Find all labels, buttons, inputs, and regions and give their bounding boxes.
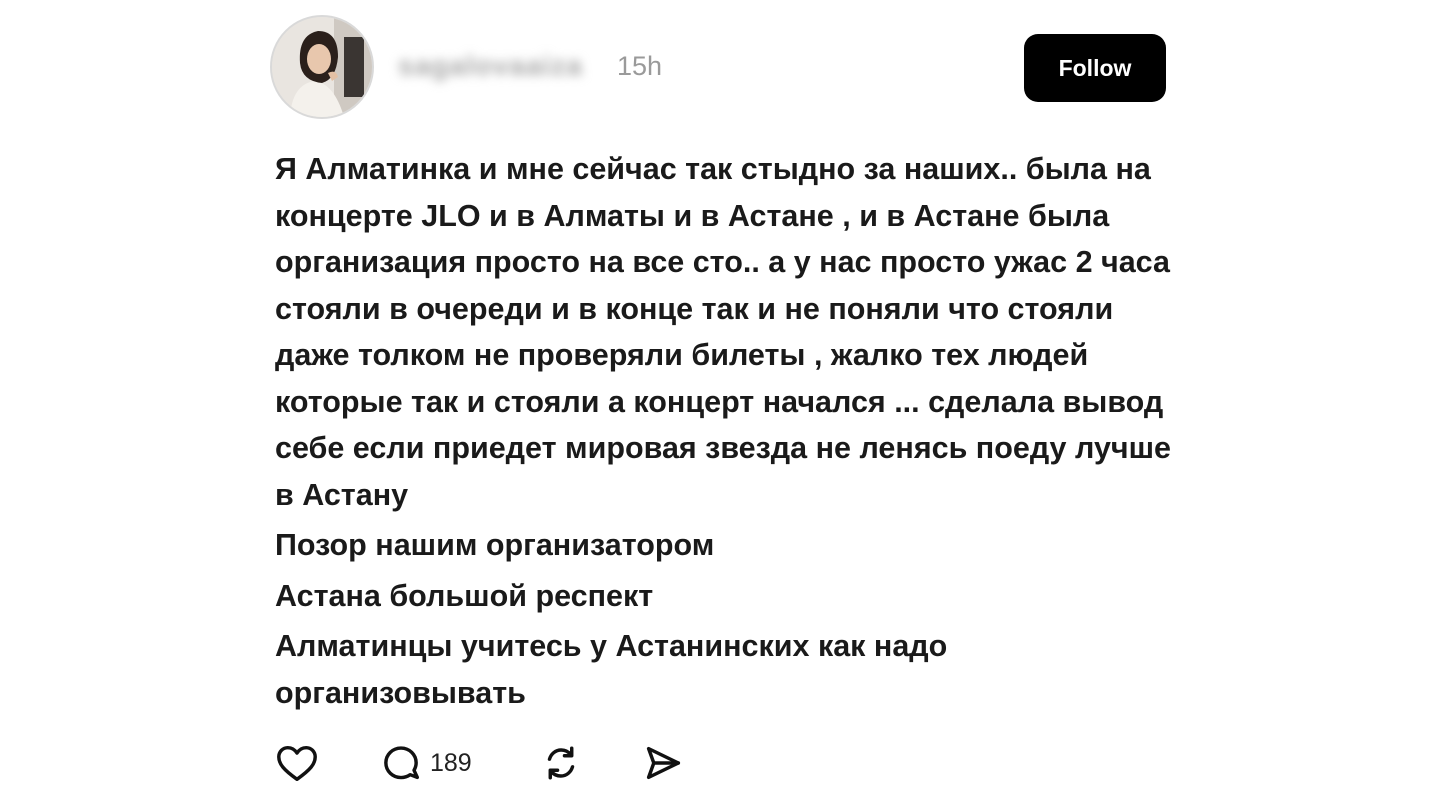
thread-post: sagalovaaiza 15h Follow Я Алматинка и мн… [0, 0, 1440, 810]
repost-arrows-icon [547, 746, 575, 780]
post-paragraph: Астана большой респект [275, 578, 654, 613]
post-paragraph: Позор нашим организатором [275, 528, 715, 562]
paper-plane-icon [646, 746, 681, 780]
username[interactable]: sagalovaaiza [398, 50, 583, 82]
post-timestamp: 15h [617, 51, 663, 81]
comment-count: 189 [430, 748, 472, 777]
repost-button[interactable] [538, 740, 584, 786]
follow-button[interactable]: Follow [1024, 34, 1166, 102]
avatar[interactable] [270, 15, 374, 119]
comment-button[interactable]: 189 [378, 740, 472, 786]
post-paragraph: Алматинцы учитесь у Астанинских как надо… [275, 629, 948, 710]
share-button[interactable] [640, 740, 686, 786]
avatar-photo [272, 17, 372, 117]
post-paragraph: Я Алматинка и мне сейчас так стыдно за н… [275, 152, 1172, 512]
post-text: Я Алматинка и мне сейчас так стыдно за н… [275, 146, 1175, 716]
speech-bubble-icon [384, 746, 420, 780]
like-button[interactable] [274, 740, 320, 786]
heart-icon [277, 745, 317, 782]
